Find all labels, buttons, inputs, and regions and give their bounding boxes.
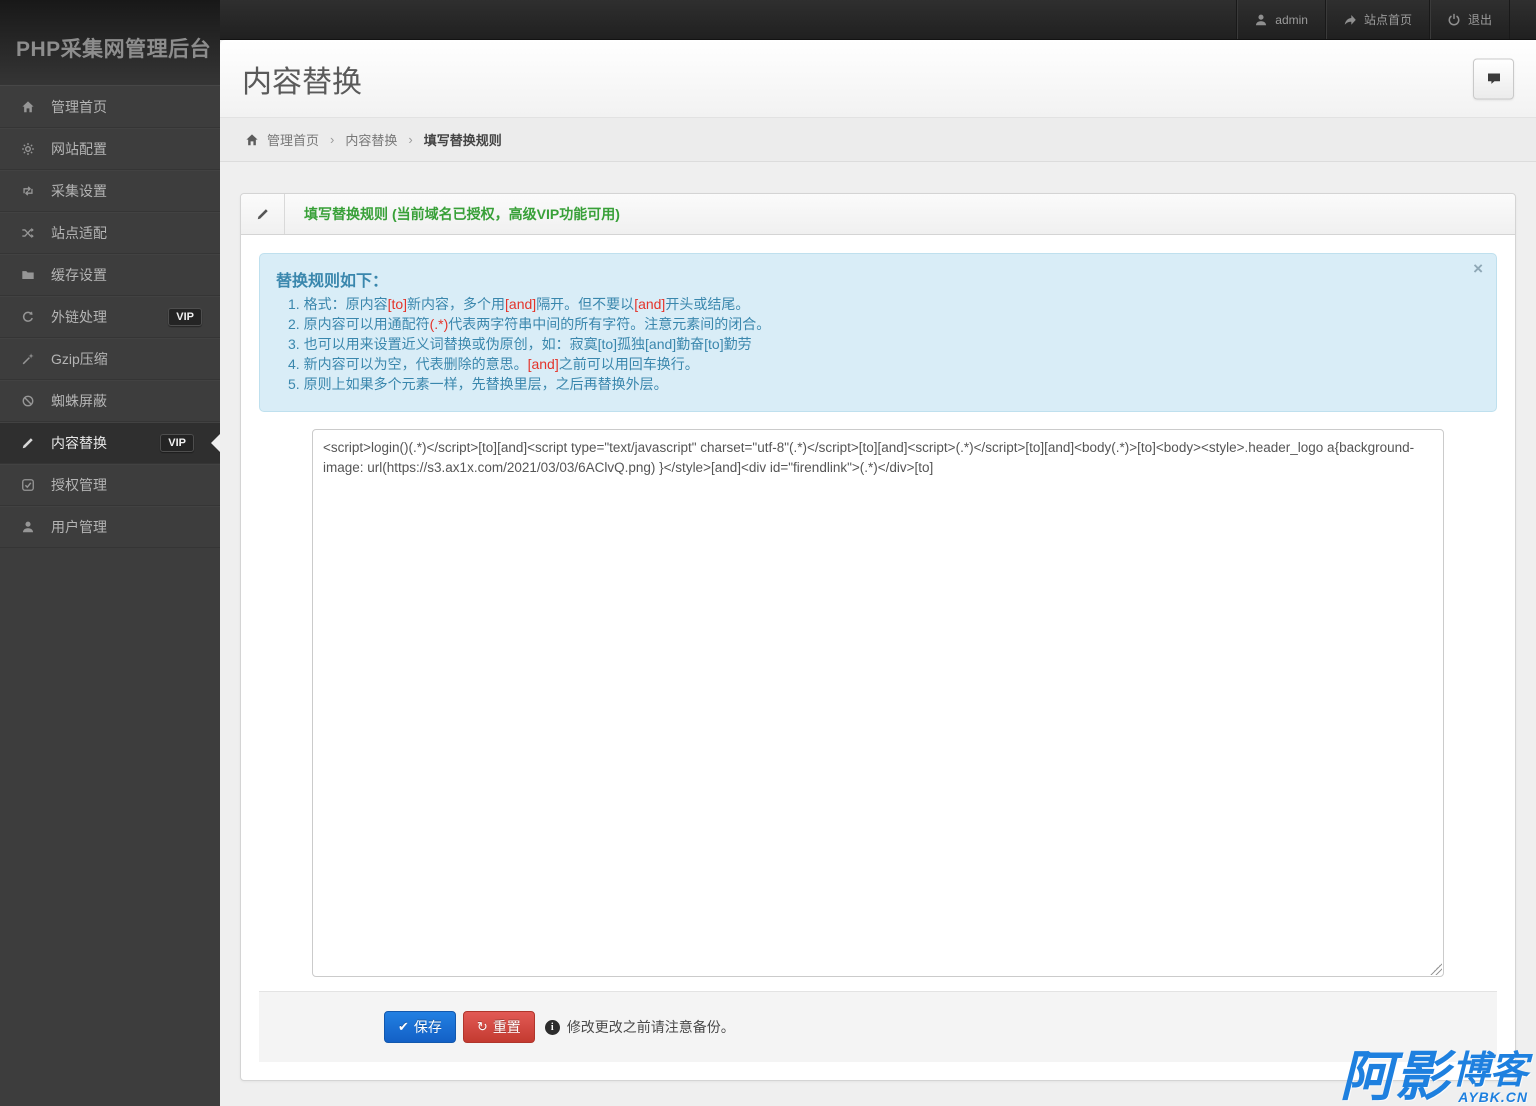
sidebar-item-gzip[interactable]: Gzip压缩 bbox=[0, 338, 220, 380]
sidebar-item-admin-home[interactable]: 管理首页 bbox=[0, 86, 220, 128]
brand-title: PHP采集网管理后台 bbox=[16, 33, 211, 63]
textarea-wrap: <script>login()(.*)</script>[to][and]<sc… bbox=[312, 429, 1444, 977]
user-icon bbox=[21, 520, 39, 534]
topbar-user[interactable]: admin bbox=[1236, 0, 1325, 39]
check-square-icon bbox=[21, 478, 39, 492]
sidebar-item-spider-block[interactable]: 蜘蛛屏蔽 bbox=[0, 380, 220, 422]
alert-title: 替换规则如下： bbox=[276, 267, 1462, 291]
user-icon bbox=[1254, 13, 1268, 27]
sidebar-item-user-manage[interactable]: 用户管理 bbox=[0, 506, 220, 548]
sidebar-item-label: 蜘蛛屏蔽 bbox=[51, 391, 107, 411]
refresh-icon bbox=[21, 310, 39, 324]
home-icon bbox=[21, 100, 39, 114]
vip-badge: VIP bbox=[168, 308, 202, 326]
power-icon bbox=[1447, 13, 1461, 27]
alert-rule: 4. 新内容可以为空，代表删除的意思。[and]之前可以用回车换行。 bbox=[276, 354, 1462, 374]
breadcrumb-separator: › bbox=[408, 132, 412, 147]
form-actions: ✔ 保存 ↻ 重置 i 修改更改之前请注意备份。 bbox=[259, 991, 1497, 1062]
brand: PHP采集网管理后台 bbox=[0, 0, 220, 85]
share-icon bbox=[1343, 13, 1357, 27]
pencil-icon bbox=[256, 207, 270, 221]
sidebar-item-label: Gzip压缩 bbox=[51, 349, 108, 369]
sidebar-item-site-config[interactable]: 网站配置 bbox=[0, 128, 220, 170]
panel-title: 填写替换规则 bbox=[285, 204, 388, 224]
sidebar-item-site-adapt[interactable]: 站点适配 bbox=[0, 212, 220, 254]
watermark-text: 阿影 bbox=[1340, 1048, 1450, 1106]
vip-badge: VIP bbox=[160, 434, 194, 452]
crumb-content-replace[interactable]: 内容替换 bbox=[345, 130, 397, 149]
topbar-actions: admin站点首页退出 bbox=[1236, 0, 1510, 39]
home-icon bbox=[245, 133, 259, 147]
rules-textarea[interactable]: <script>login()(.*)</script>[to][and]<sc… bbox=[312, 429, 1444, 977]
shuffle-icon bbox=[21, 226, 39, 240]
active-arrow-icon bbox=[202, 434, 220, 452]
sidebar-item-label: 缓存设置 bbox=[51, 265, 107, 285]
gear-icon bbox=[21, 142, 39, 156]
watermark-text-2: 博客 bbox=[1452, 1052, 1528, 1090]
comment-icon bbox=[1486, 71, 1502, 87]
crumb-admin-home[interactable]: 管理首页 bbox=[245, 130, 319, 149]
alert-rules-list: 1. 格式：原内容[to]新内容，多个用[and]隔开。但不要以[and]开头或… bbox=[276, 294, 1462, 394]
sidebar-item-label: 用户管理 bbox=[51, 517, 107, 537]
check-icon: ✔ bbox=[398, 1019, 409, 1035]
page-title: 内容替换 bbox=[242, 57, 362, 101]
comment-button[interactable] bbox=[1473, 58, 1514, 99]
sidebar-item-label: 采集设置 bbox=[51, 181, 107, 201]
sidebar-item-cache-settings[interactable]: 缓存设置 bbox=[0, 254, 220, 296]
content: 填写替换规则 (当前域名已授权，高级VIP功能可用) 替换规则如下： 1. 格式… bbox=[220, 162, 1536, 1081]
rule-form: <script>login()(.*)</script>[to][and]<sc… bbox=[259, 429, 1497, 977]
site-watermark: 阿影 博客 AYBK.CN bbox=[1340, 1048, 1528, 1106]
sidebar-item-label: 网站配置 bbox=[51, 139, 107, 159]
backup-note-text: 修改更改之前请注意备份。 bbox=[567, 1017, 735, 1037]
topbar-logout[interactable]: 退出 bbox=[1429, 0, 1510, 39]
alert-rule: 3. 也可以用来设置近义词替换或伪原创，如：寂寞[to]孤独[and]勤奋[to… bbox=[276, 334, 1462, 354]
pencil-icon bbox=[21, 436, 39, 450]
save-button[interactable]: ✔ 保存 bbox=[384, 1011, 456, 1043]
sidebar-item-label: 站点适配 bbox=[51, 223, 107, 243]
wand-icon bbox=[21, 352, 39, 366]
page-header: 内容替换 bbox=[220, 40, 1536, 117]
reset-button-label: 重置 bbox=[493, 1017, 521, 1037]
rules-info-alert: 替换规则如下： 1. 格式：原内容[to]新内容，多个用[and]隔开。但不要以… bbox=[259, 253, 1497, 412]
sidebar-item-label: 外链处理 bbox=[51, 307, 107, 327]
crumb-fill-rules: 填写替换规则 bbox=[424, 130, 502, 149]
sidebar-item-label: 内容替换 bbox=[51, 433, 107, 453]
sidebar-item-content-replace[interactable]: 内容替换 VIP bbox=[0, 422, 220, 464]
ban-icon bbox=[21, 394, 39, 408]
breadcrumb-separator: › bbox=[330, 132, 334, 147]
reset-button[interactable]: ↻ 重置 bbox=[463, 1011, 535, 1043]
sidebar-item-label: 授权管理 bbox=[51, 475, 107, 495]
breadcrumb: 管理首页 › 内容替换 › 填写替换规则 bbox=[220, 117, 1536, 162]
sidebar-item-collect-settings[interactable]: 采集设置 bbox=[0, 170, 220, 212]
panel-icon-cell bbox=[241, 194, 285, 234]
save-button-label: 保存 bbox=[414, 1017, 442, 1037]
sidebar-item-auth-manage[interactable]: 授权管理 bbox=[0, 464, 220, 506]
replace-rules-panel: 填写替换规则 (当前域名已授权，高级VIP功能可用) 替换规则如下： 1. 格式… bbox=[240, 193, 1516, 1081]
sidebar-item-label: 管理首页 bbox=[51, 97, 107, 117]
alert-rule: 2. 原内容可以用通配符(.*)代表两字符串中间的所有字符。注意元素间的闭合。 bbox=[276, 314, 1462, 334]
panel-subtitle: (当前域名已授权，高级VIP功能可用) bbox=[392, 204, 620, 224]
sidebar-menu: 管理首页网站配置采集设置站点适配缓存设置外链处理 VIP Gzip压缩蜘蛛屏蔽内容替… bbox=[0, 85, 220, 548]
main-area: 内容替换 管理首页 › 内容替换 › 填写替换规则 填写替换规则 (当前域名已授权，高级… bbox=[220, 40, 1536, 1106]
sidebar-item-external-links[interactable]: 外链处理 VIP bbox=[0, 296, 220, 338]
refresh-icon: ↻ bbox=[477, 1019, 488, 1035]
watermark-domain: AYBK.CN bbox=[1458, 1090, 1528, 1105]
alert-rule: 1. 格式：原内容[to]新内容，多个用[and]隔开。但不要以[and]开头或… bbox=[276, 294, 1462, 314]
sidebar: PHP采集网管理后台 管理首页网站配置采集设置站点适配缓存设置外链处理 VIP Gz… bbox=[0, 0, 220, 1106]
folder-icon bbox=[21, 268, 39, 282]
topbar-site-home[interactable]: 站点首页 bbox=[1325, 0, 1429, 39]
panel-header: 填写替换规则 (当前域名已授权，高级VIP功能可用) bbox=[241, 194, 1515, 235]
collect-icon bbox=[21, 184, 39, 198]
close-icon[interactable]: × bbox=[1473, 261, 1483, 277]
info-icon: i bbox=[545, 1020, 560, 1035]
alert-rule: 5. 原则上如果多个元素一样，先替换里层，之后再替换外层。 bbox=[276, 374, 1462, 394]
backup-note: i 修改更改之前请注意备份。 bbox=[545, 1017, 735, 1037]
panel-body: 替换规则如下： 1. 格式：原内容[to]新内容，多个用[and]隔开。但不要以… bbox=[241, 235, 1515, 1080]
topbar: admin站点首页退出 bbox=[220, 0, 1536, 40]
